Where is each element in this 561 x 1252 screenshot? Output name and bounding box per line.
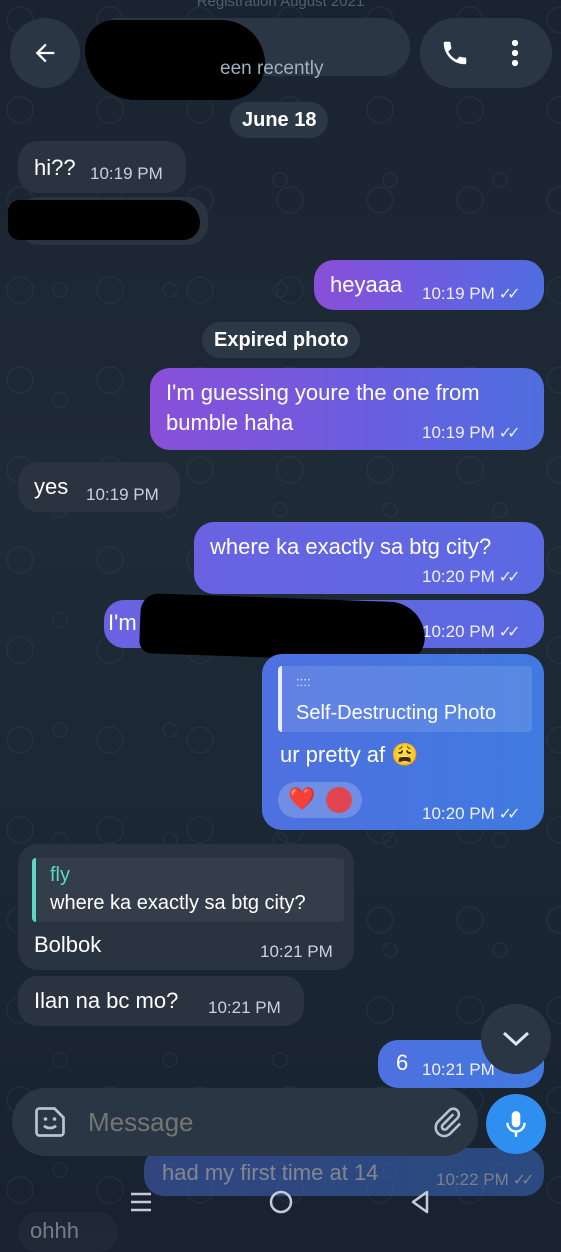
message-text: I'm bbox=[108, 610, 137, 635]
message-text: heyaaa bbox=[330, 272, 403, 297]
message-incoming[interactable]: hi?? 10:19 PM bbox=[18, 141, 186, 193]
message-text-line1: I'm guessing youre the one from bbox=[166, 380, 480, 405]
back-button[interactable] bbox=[10, 18, 80, 88]
attach-button[interactable] bbox=[430, 1104, 464, 1145]
message-text-line2: bumble haha bbox=[166, 410, 294, 435]
message-text: Ilan na bc mo? bbox=[34, 988, 179, 1013]
message-incoming[interactable]: yes 10:19 PM bbox=[18, 462, 180, 512]
message-time: 10:21 PM bbox=[208, 998, 281, 1017]
message-time: 10:21 PM bbox=[422, 1060, 495, 1079]
arrow-left-icon bbox=[35, 43, 55, 63]
last-seen-status: een recently bbox=[220, 58, 324, 79]
paperclip-icon bbox=[434, 1107, 462, 1138]
redacted-message bbox=[139, 593, 426, 663]
message-time: 10:19 PM ✓✓ bbox=[422, 284, 521, 303]
message-outgoing[interactable]: I'm guessing youre the one from bumble h… bbox=[150, 368, 544, 450]
sticker-smile-icon bbox=[35, 1107, 65, 1137]
scroll-down-button[interactable] bbox=[481, 1004, 551, 1074]
phone-icon bbox=[443, 41, 467, 65]
reply-quote[interactable]: fly where ka exactly sa btg city? bbox=[32, 858, 344, 922]
chevron-down-icon bbox=[502, 1031, 530, 1047]
home-button[interactable] bbox=[268, 1189, 294, 1220]
recents-icon bbox=[131, 1192, 151, 1212]
message-time: 10:19 PM ✓✓ bbox=[422, 423, 521, 442]
more-vert-icon bbox=[511, 39, 519, 67]
back-triangle-icon bbox=[411, 1190, 429, 1214]
quote-header: :::: bbox=[296, 674, 311, 689]
message-time: 10:19 PM bbox=[86, 485, 159, 504]
reactor-avatar bbox=[326, 787, 352, 813]
message-time: 10:19 PM bbox=[90, 164, 163, 183]
double-check-icon: ✓✓ bbox=[498, 624, 521, 641]
back-nav-button[interactable] bbox=[408, 1189, 432, 1220]
message-text: 6 bbox=[396, 1050, 409, 1075]
home-circle-icon bbox=[269, 1190, 293, 1214]
voice-record-button[interactable] bbox=[486, 1094, 546, 1154]
message-time: 10:21 PM bbox=[260, 942, 333, 961]
message-outgoing[interactable]: heyaaa 10:19 PM ✓✓ bbox=[314, 260, 544, 310]
double-check-icon: ✓✓ bbox=[498, 286, 521, 303]
message-outgoing[interactable]: where ka exactly sa btg city? 10:20 PM ✓✓ bbox=[194, 522, 544, 594]
registration-text: Registration August 2021 bbox=[196, 0, 365, 10]
quote-author: fly bbox=[50, 864, 70, 886]
call-button[interactable] bbox=[440, 38, 470, 73]
microphone-icon bbox=[506, 1111, 526, 1137]
message-input[interactable] bbox=[86, 1100, 390, 1144]
recent-apps-button[interactable] bbox=[128, 1190, 154, 1219]
sticker-button[interactable] bbox=[32, 1104, 68, 1145]
reply-quote[interactable]: :::: Self-Destructing Photo bbox=[278, 666, 532, 732]
message-text: Bolbok bbox=[34, 932, 102, 957]
message-time: 10:20 PM ✓✓ bbox=[422, 622, 521, 641]
message-outgoing-reply[interactable]: :::: Self-Destructing Photo ur pretty af… bbox=[262, 654, 544, 830]
message-text: hi?? bbox=[34, 155, 76, 180]
system-nav-bar bbox=[0, 1176, 561, 1233]
message-text: ur pretty af 😩 bbox=[280, 742, 419, 767]
message-incoming[interactable]: Ilan na bc mo? 10:21 PM bbox=[18, 976, 304, 1026]
message-input-bar bbox=[12, 1088, 478, 1156]
double-check-icon: ✓✓ bbox=[498, 569, 521, 586]
message-time: 10:20 PM ✓✓ bbox=[422, 567, 521, 586]
message-text: yes bbox=[34, 474, 69, 499]
double-check-icon: ✓✓ bbox=[498, 425, 521, 442]
quote-text: where ka exactly sa btg city? bbox=[50, 892, 306, 914]
quote-text: Self-Destructing Photo bbox=[296, 702, 497, 724]
message-text: where ka exactly sa btg city? bbox=[210, 534, 492, 559]
heart-reaction-icon: ❤️ bbox=[288, 786, 316, 811]
reaction-chip[interactable]: ❤️ bbox=[278, 782, 362, 818]
redacted-message bbox=[8, 200, 200, 240]
more-menu-button[interactable] bbox=[505, 38, 525, 73]
message-incoming-reply[interactable]: fly where ka exactly sa btg city? Bolbok… bbox=[18, 844, 354, 970]
message-time: 10:20 PM ✓✓ bbox=[422, 804, 521, 823]
date-chip: June 18 bbox=[230, 102, 329, 138]
expired-photo-chip[interactable]: Expired photo bbox=[202, 322, 361, 358]
double-check-icon: ✓✓ bbox=[498, 806, 521, 823]
